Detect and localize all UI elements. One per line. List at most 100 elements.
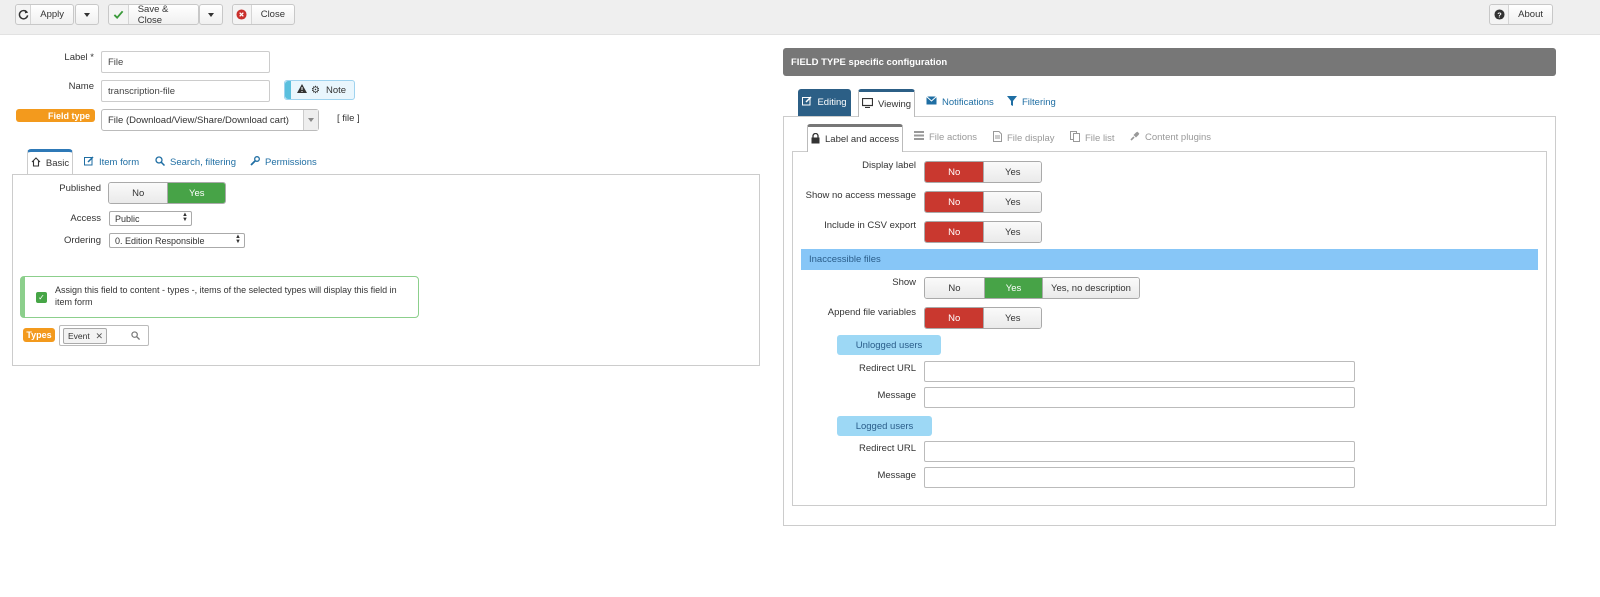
- subtab-content-plugins[interactable]: Content plugins: [1130, 131, 1211, 144]
- inaccessible-files-header: Inaccessible files: [801, 249, 1538, 270]
- svg-text:?: ?: [1497, 10, 1502, 19]
- tab-permissions[interactable]: Permissions: [250, 156, 317, 169]
- logged-users-label: Logged users: [837, 416, 932, 436]
- unlogged-users-label: Unlogged users: [837, 335, 941, 355]
- monitor-icon: [861, 97, 874, 111]
- edit-icon: [84, 156, 94, 169]
- plug-icon: [1130, 131, 1140, 144]
- include-csv-no-option[interactable]: No: [925, 222, 984, 242]
- tab-editing[interactable]: Editing: [798, 89, 851, 116]
- logged-redirect-url-label: Redirect URL: [858, 443, 916, 454]
- append-vars-label: Append file variables: [827, 307, 916, 318]
- published-yes-option[interactable]: Yes: [167, 183, 225, 203]
- show-toggle: No Yes Yes, no description: [924, 277, 1140, 299]
- field-type-config-header: FIELD TYPE specific configuration: [783, 48, 1556, 76]
- close-circle-icon: [233, 5, 252, 24]
- access-select[interactable]: Public ▲ ▼: [109, 211, 192, 226]
- tab-basic[interactable]: Basic: [27, 149, 73, 174]
- field-type-select[interactable]: File (Download/View/Share/Download cart): [101, 109, 319, 131]
- include-csv-yes-option[interactable]: Yes: [983, 222, 1041, 242]
- field-type-value: File (Download/View/Share/Download cart): [108, 114, 289, 126]
- tab-notifications[interactable]: Notifications: [926, 96, 994, 108]
- tab-basic-label: Basic: [45, 157, 70, 169]
- note-button[interactable]: ⚙ Note: [284, 80, 355, 100]
- tab-item-form[interactable]: Item form: [84, 156, 139, 169]
- tab-viewing[interactable]: Viewing: [858, 89, 915, 117]
- type-tag: Event ✕: [63, 328, 107, 344]
- note-accent: [285, 81, 291, 99]
- label-field-label: Label *: [64, 52, 94, 63]
- unlogged-message-input[interactable]: [924, 387, 1355, 408]
- access-value: Public: [115, 213, 140, 224]
- show-no-option[interactable]: No: [925, 278, 984, 298]
- subtab-file-display[interactable]: File display: [993, 131, 1055, 145]
- checkmark-icon: [109, 5, 129, 24]
- apply-dropdown-button[interactable]: [75, 4, 99, 25]
- ordering-label: Ordering: [64, 235, 101, 246]
- tab-search-label: Search, filtering: [170, 157, 237, 168]
- about-label: About: [1518, 9, 1543, 20]
- refresh-icon: [16, 5, 32, 24]
- tab-editing-label: Editing: [817, 97, 847, 108]
- checkbox-checked-icon[interactable]: ✓: [36, 292, 47, 303]
- subtab-label-access[interactable]: Label and access: [807, 124, 903, 152]
- assign-types-text: Assign this field to content - types -, …: [55, 285, 397, 307]
- logged-redirect-url-input[interactable]: [924, 441, 1355, 462]
- show-no-access-label: Show no access message: [805, 190, 916, 201]
- show-yes-option[interactable]: Yes: [984, 278, 1042, 298]
- display-label-toggle: No Yes: [924, 161, 1042, 183]
- ordering-value: 0. Edition Responsible: [115, 235, 205, 246]
- wrench-icon: [250, 156, 260, 169]
- show-no-access-toggle: No Yes: [924, 191, 1042, 213]
- tab-filtering[interactable]: Filtering: [1007, 96, 1056, 109]
- lock-icon: [811, 132, 820, 147]
- tab-item-form-label: Item form: [99, 157, 140, 168]
- tab-permissions-label: Permissions: [265, 157, 317, 168]
- save-close-button[interactable]: Save & Close: [108, 3, 199, 26]
- append-vars-toggle: No Yes: [924, 307, 1042, 329]
- close-button[interactable]: Close: [232, 4, 295, 25]
- copy-icon: [1070, 131, 1080, 145]
- display-label-label: Display label: [862, 160, 916, 171]
- name-input[interactable]: transcription-file: [101, 80, 270, 102]
- assign-types-box: ✓ Assign this field to content - types -…: [20, 276, 419, 318]
- unlogged-redirect-url-input[interactable]: [924, 361, 1355, 382]
- display-label-no-option[interactable]: No: [925, 162, 984, 182]
- caret-down-icon: [84, 12, 90, 17]
- show-no-access-no-option[interactable]: No: [925, 192, 984, 212]
- home-icon: [31, 156, 41, 170]
- subtab-file-display-label: File display: [1007, 132, 1055, 144]
- gear-icon: ⚙: [311, 84, 320, 96]
- updown-icon: ▲ ▼: [182, 212, 188, 223]
- updown-icon: ▲ ▼: [235, 234, 241, 245]
- tab-search-filtering[interactable]: Search, filtering: [155, 156, 236, 169]
- about-button[interactable]: ? About: [1489, 4, 1553, 25]
- append-vars-yes-option[interactable]: Yes: [983, 308, 1041, 328]
- warning-icon: [297, 84, 307, 96]
- save-close-dropdown-button[interactable]: [199, 4, 223, 25]
- list-icon: [914, 131, 924, 143]
- note-label: Note: [325, 84, 347, 96]
- show-yes-no-description-option[interactable]: Yes, no description: [1042, 278, 1139, 298]
- chevron-down-icon: [303, 110, 318, 130]
- subtab-file-actions[interactable]: File actions: [914, 131, 977, 143]
- envelope-icon: [926, 96, 937, 108]
- ordering-select[interactable]: 0. Edition Responsible ▲ ▼: [109, 233, 245, 248]
- display-label-yes-option[interactable]: Yes: [983, 162, 1041, 182]
- types-multiselect[interactable]: Event ✕: [59, 325, 149, 346]
- published-no-option[interactable]: No: [109, 183, 168, 203]
- label-input[interactable]: File: [101, 51, 270, 73]
- append-vars-no-option[interactable]: No: [925, 308, 984, 328]
- filter-icon: [1007, 96, 1017, 109]
- remove-tag-icon[interactable]: ✕: [95, 331, 103, 342]
- apply-button[interactable]: Apply: [15, 4, 74, 25]
- show-no-access-yes-option[interactable]: Yes: [983, 192, 1041, 212]
- save-close-label: Save & Close: [137, 3, 169, 26]
- subtab-file-list[interactable]: File list: [1070, 131, 1115, 145]
- field-type-code: [ file ]: [337, 113, 360, 124]
- logged-message-input[interactable]: [924, 467, 1355, 488]
- unlogged-redirect-url-label: Redirect URL: [858, 363, 916, 374]
- file-icon: [993, 131, 1002, 145]
- field-type-badge: Field type: [16, 109, 95, 122]
- search-icon: [131, 331, 141, 343]
